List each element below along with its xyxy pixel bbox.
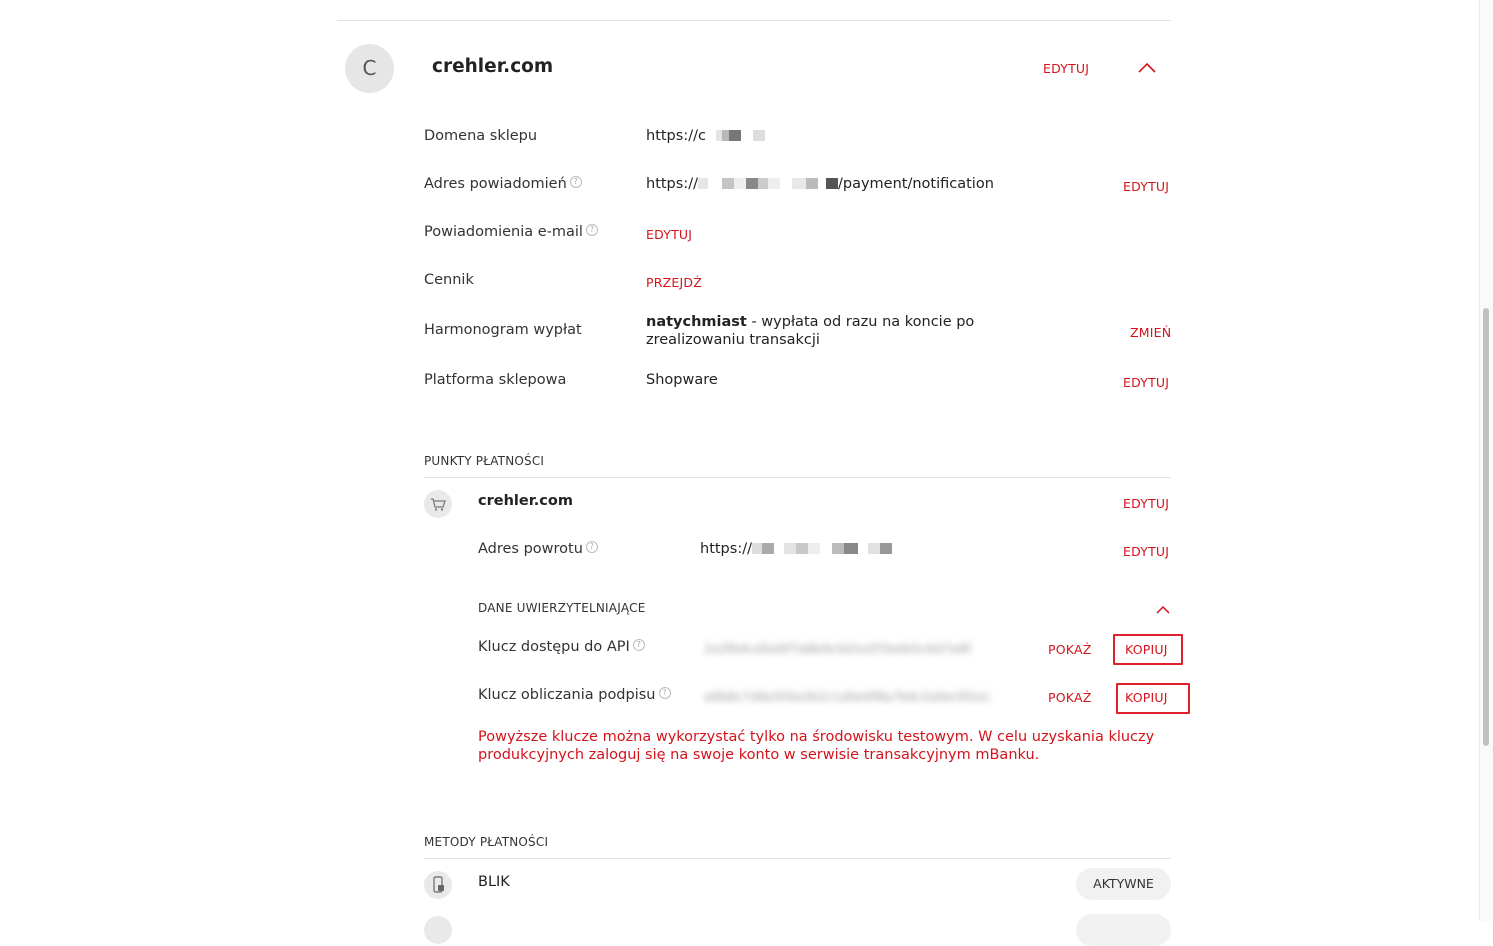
help-icon[interactable]: ? <box>658 687 671 699</box>
notification-address-edit-button[interactable]: EDYTUJ <box>1123 179 1169 194</box>
help-icon[interactable]: ? <box>632 639 645 651</box>
test-keys-warning: Powyższe klucze można wykorzystać tylko … <box>478 729 1155 763</box>
cart-icon <box>424 490 452 518</box>
shop-platform-label: Platforma sklepowa <box>424 372 567 388</box>
payment-methods-heading: METODY PŁATNOŚCI <box>424 835 549 849</box>
payment-methods-divider <box>424 858 1171 859</box>
return-address-edit-button[interactable]: EDYTUJ <box>1123 544 1169 559</box>
shop-edit-button[interactable]: EDYTUJ <box>1043 61 1089 76</box>
pricing-label: Cennik <box>424 272 474 288</box>
shop-domain-label: Domena sklepu <box>424 128 538 144</box>
api-key-show-button[interactable]: POKAŻ <box>1048 642 1091 657</box>
return-address-label: Adres powrotu? <box>478 541 598 557</box>
signature-key-value: a9b8c7d6e5f4a3b2c1d0e9f8a7b6c5d4e3f2a1 <box>704 689 991 704</box>
payout-schedule-label: Harmonogram wypłat <box>424 322 582 338</box>
shop-platform-value: Shopware <box>646 372 718 388</box>
payout-schedule-change-button[interactable]: ZMIEŃ <box>1130 325 1171 340</box>
help-icon[interactable]: ? <box>585 541 598 553</box>
collapse-shop-chevron-icon[interactable] <box>1137 60 1157 74</box>
shop-avatar: C <box>345 44 394 93</box>
email-notifications-edit-button[interactable]: EDYTUJ <box>646 227 692 242</box>
payment-method-status-button[interactable]: AKTYWNE <box>1076 868 1171 900</box>
payout-schedule-value: natychmiast - wypłata od razu na koncie … <box>646 314 975 348</box>
payment-points-divider <box>424 477 1171 478</box>
payment-points-heading: PUNKTY PŁATNOŚCI <box>424 454 545 468</box>
help-icon[interactable]: ? <box>585 224 598 236</box>
next-method-status-pill <box>1076 914 1171 946</box>
shop-platform-edit-button[interactable]: EDYTUJ <box>1123 375 1169 390</box>
scrollbar-thumb[interactable] <box>1483 308 1489 746</box>
payment-method-name: BLIK <box>478 874 510 890</box>
signature-key-label: Klucz obliczania podpisu? <box>478 687 671 703</box>
notification-address-value: https:///payment/notification <box>646 176 994 192</box>
signature-key-show-button[interactable]: POKAŻ <box>1048 690 1091 705</box>
payment-point-edit-button[interactable]: EDYTUJ <box>1123 496 1169 511</box>
next-method-icon <box>424 916 452 944</box>
api-key-label: Klucz dostępu do API? <box>478 639 645 655</box>
shop-name: crehler.com <box>432 56 554 77</box>
shop-domain-value: https://c <box>646 128 765 144</box>
blik-phone-icon <box>424 871 452 899</box>
signature-key-copy-button[interactable]: KOPIUJ <box>1125 690 1168 705</box>
payment-point-name: crehler.com <box>478 493 573 509</box>
api-key-value: 2a3fb4cd5e6f7a8b9c0d1e2f3a4b5c6d7e8f <box>704 641 972 656</box>
notification-address-label: Adres powiadomień? <box>424 176 582 192</box>
email-notifications-label: Powiadomienia e-mail? <box>424 224 598 240</box>
collapse-credentials-chevron-icon[interactable] <box>1155 601 1171 614</box>
top-divider <box>337 20 1171 21</box>
api-key-copy-button[interactable]: KOPIUJ <box>1125 642 1168 657</box>
credentials-heading: DANE UWIERZYTELNIAJĄCE <box>478 601 646 615</box>
return-address-value: https:// <box>700 541 892 557</box>
pricing-go-button[interactable]: PRZEJDŹ <box>646 275 702 290</box>
help-icon[interactable]: ? <box>569 176 582 188</box>
